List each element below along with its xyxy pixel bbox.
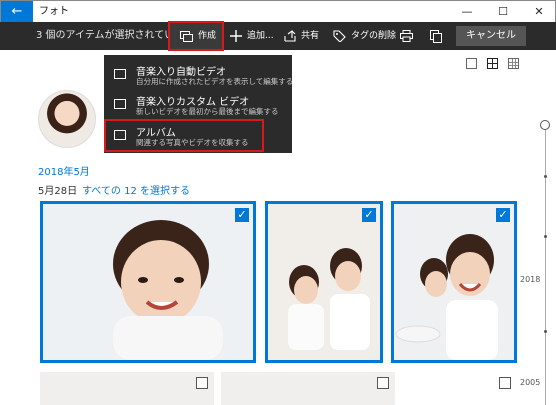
title-bar: ← フォト — ☐ ✕ xyxy=(0,0,556,23)
create-button[interactable]: 作成 xyxy=(168,21,224,51)
menu-item-subtitle: 新しいビデオを最初から最後まで編集する xyxy=(136,107,279,116)
app-title: フォト xyxy=(39,6,69,17)
children-photo xyxy=(268,204,380,360)
timeline-marker xyxy=(544,330,547,333)
photo-tile[interactable]: ✓ xyxy=(265,201,383,363)
date-heading: 5月28日 xyxy=(38,186,78,197)
printer-icon xyxy=(400,30,413,42)
remove-tag-button[interactable]: タグの削除 xyxy=(333,22,396,50)
add-label: 追加... xyxy=(247,31,274,41)
selected-check-icon[interactable]: ✓ xyxy=(235,208,249,222)
menu-item-auto-video[interactable]: 音楽入り自動ビデオ 自分用に作成されたビデオを表示して編集する xyxy=(104,60,294,90)
menu-item-subtitle: 自分用に作成されたビデオを表示して編集する xyxy=(136,77,294,86)
timeline-handle[interactable] xyxy=(540,120,550,130)
large-view-icon[interactable] xyxy=(466,58,477,69)
album-highlight xyxy=(104,119,264,152)
small-view-icon[interactable] xyxy=(508,58,519,69)
photo-tile[interactable] xyxy=(40,372,214,405)
selected-check-icon[interactable]: ✓ xyxy=(496,208,510,222)
print-button[interactable] xyxy=(400,22,413,50)
video-icon xyxy=(114,69,126,79)
view-size-toggles xyxy=(466,58,519,69)
custom-video-icon xyxy=(114,99,126,109)
medium-view-icon[interactable] xyxy=(487,58,498,69)
tag-remove-icon xyxy=(333,30,346,42)
photo-tile[interactable]: ✓ xyxy=(391,201,517,363)
month-heading: 2018年5月 xyxy=(38,167,90,178)
share-label: 共有 xyxy=(301,31,320,41)
photo-tile[interactable] xyxy=(402,372,517,405)
timeline-marker xyxy=(544,175,547,178)
photo-tile[interactable]: ✓ xyxy=(40,201,256,363)
add-button[interactable]: 追加... xyxy=(230,22,274,50)
maximize-button[interactable]: ☐ xyxy=(485,1,521,23)
avatar[interactable] xyxy=(38,90,96,148)
copy-button[interactable] xyxy=(430,22,442,50)
copy-icon xyxy=(430,29,442,43)
plus-icon xyxy=(230,30,242,42)
timeline-year[interactable]: 2018 xyxy=(520,275,540,284)
timeline-track[interactable] xyxy=(545,125,546,405)
select-checkbox[interactable] xyxy=(377,377,389,389)
select-all-link[interactable]: すべての 12 を選択する xyxy=(82,182,190,197)
cancel-button[interactable]: キャンセル xyxy=(456,26,526,46)
close-button[interactable]: ✕ xyxy=(521,1,556,23)
select-checkbox[interactable] xyxy=(499,377,511,389)
child-photo xyxy=(43,204,253,360)
photo-tile[interactable] xyxy=(221,372,395,405)
children-eating-photo xyxy=(394,204,514,360)
timeline-marker xyxy=(544,235,547,238)
share-button[interactable]: 共有 xyxy=(284,22,319,50)
create-icon xyxy=(180,30,193,42)
selected-check-icon[interactable]: ✓ xyxy=(362,208,376,222)
share-icon xyxy=(284,30,296,42)
create-label: 作成 xyxy=(198,31,217,41)
remove-tag-label: タグの削除 xyxy=(351,31,397,41)
timeline-year[interactable]: 2005 xyxy=(520,378,540,387)
select-checkbox[interactable] xyxy=(196,377,208,389)
menu-item-custom-video[interactable]: 音楽入りカスタム ビデオ 新しいビデオを最初から最後まで編集する xyxy=(104,90,292,120)
command-bar: 3 個のアイテムが選択されています 作成 追加... 共有 タグの削除 キャンセ… xyxy=(0,21,556,51)
minimize-button[interactable]: — xyxy=(449,1,485,23)
back-arrow-icon[interactable]: ← xyxy=(1,1,33,23)
